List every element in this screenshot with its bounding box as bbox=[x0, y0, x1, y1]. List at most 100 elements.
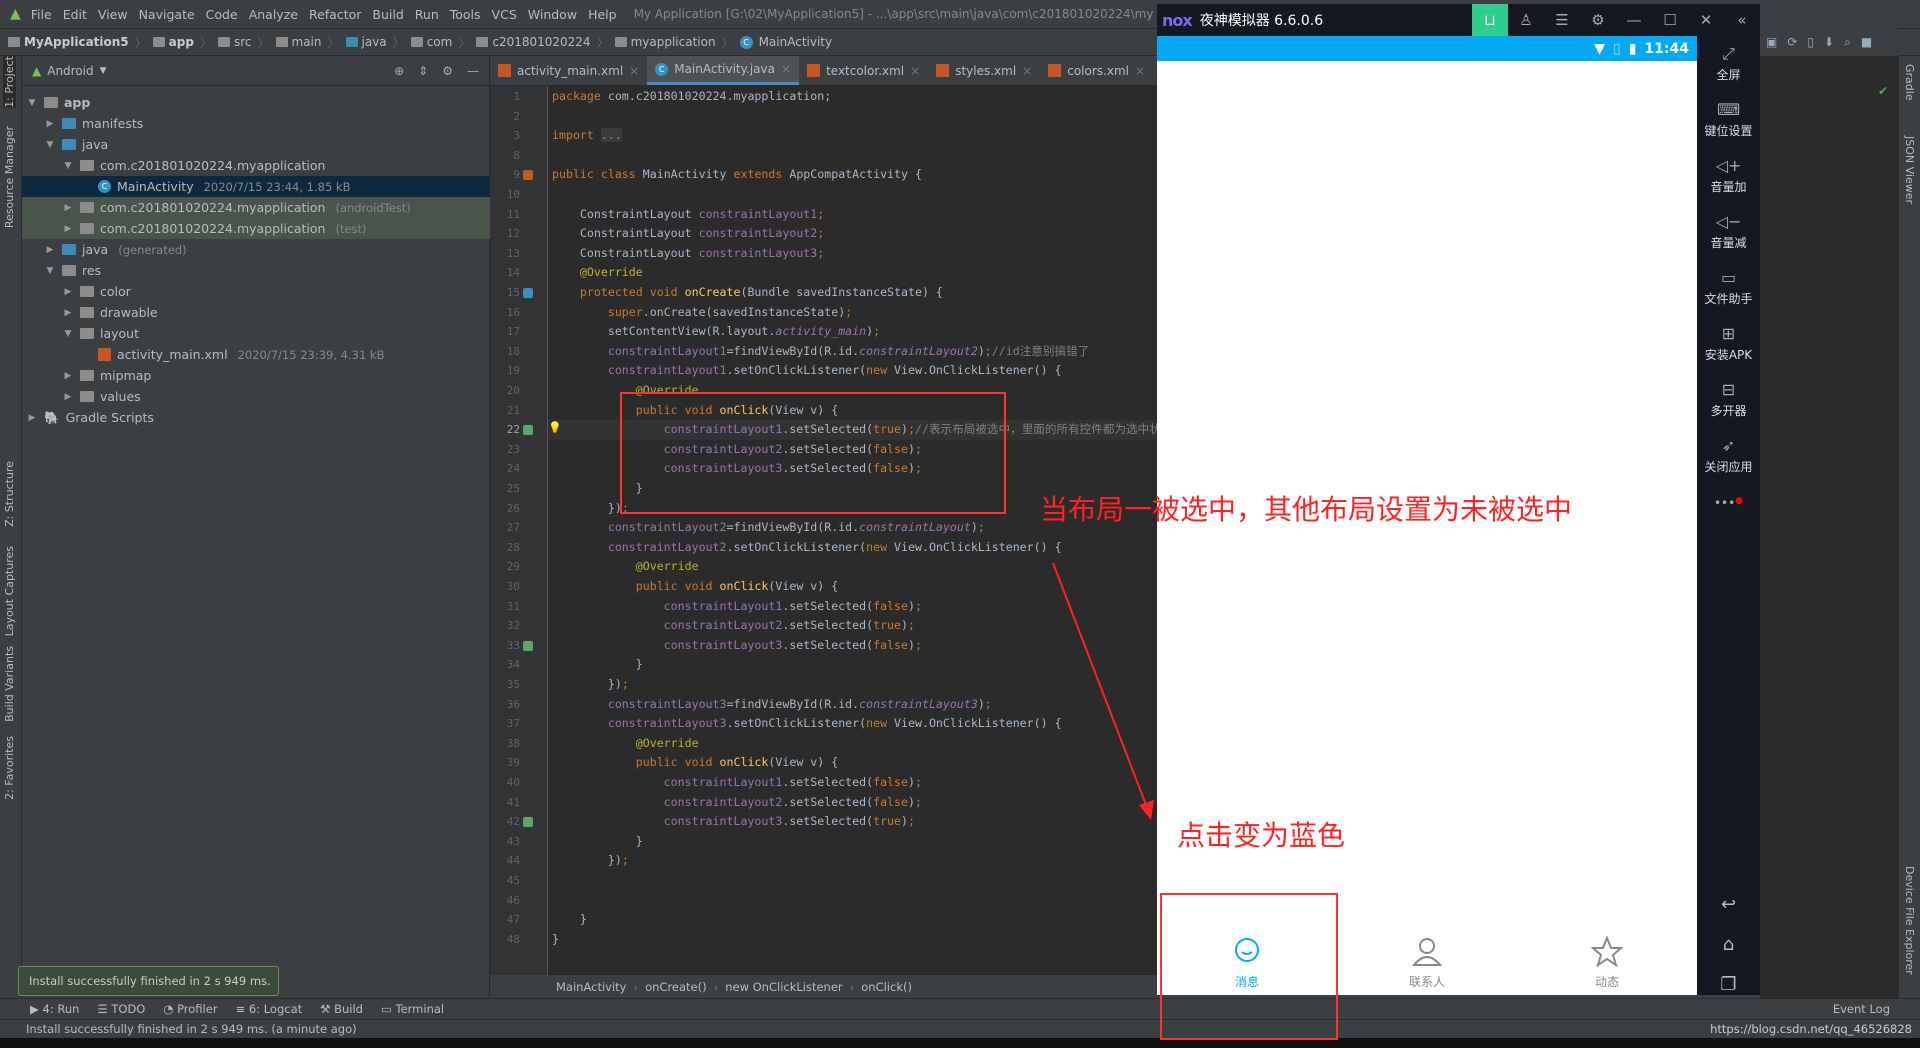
code-line[interactable]: @Override bbox=[552, 263, 643, 283]
tree-item[interactable]: ▼ com.c201801020224.myapplication bbox=[22, 155, 490, 176]
home-icon[interactable]: ⌂ bbox=[1697, 934, 1760, 955]
tab-mainactivity-java[interactable]: C MainActivity.java × bbox=[647, 56, 800, 85]
code-line[interactable]: constraintLayout1.setSelected(false); bbox=[552, 773, 922, 793]
tree-item[interactable]: ▶ com.c201801020224.myapplication (test) bbox=[22, 218, 490, 239]
code-line[interactable]: constraintLayout2=findViewById(R.id.cons… bbox=[552, 518, 985, 538]
tool-terminal[interactable]: ▭ Terminal bbox=[381, 1002, 444, 1016]
tree-item[interactable]: C MainActivity 2020/7/15 23:44, 1.85 kB bbox=[22, 176, 490, 197]
tool-build-variants[interactable]: Build Variants bbox=[3, 646, 16, 722]
tool-z-structure[interactable]: Z: Structure bbox=[3, 461, 16, 527]
code-line[interactable]: setContentView(R.layout.activity_main); bbox=[552, 322, 880, 342]
maximize-icon[interactable]: ☐ bbox=[1652, 4, 1688, 36]
chevron-right-icon[interactable]: ▶ bbox=[62, 308, 74, 318]
tool-device-file-explorer[interactable]: Device File Explorer bbox=[1903, 866, 1916, 975]
chevron-right-icon[interactable]: ▶ bbox=[44, 245, 56, 255]
code-line[interactable]: ConstraintLayout constraintLayout3; bbox=[552, 244, 824, 264]
tree-item[interactable]: ▶ values bbox=[22, 386, 490, 407]
close-tab-icon[interactable]: × bbox=[910, 64, 920, 78]
tool-profiler[interactable]: ◔ Profiler bbox=[163, 1002, 217, 1016]
code-line[interactable]: constraintLayout3.setOnClickListener(new… bbox=[552, 714, 1062, 734]
editor-crumb[interactable]: new OnClickListener bbox=[725, 980, 842, 994]
tree-item[interactable]: ▶ com.c201801020224.myapplication (android… bbox=[22, 197, 490, 218]
emu-side-fullscreen[interactable]: ⤢ 全屏 bbox=[1697, 44, 1760, 83]
theme-icon[interactable]: ♙ bbox=[1508, 4, 1544, 36]
nav-tab-1[interactable]: 联系人 bbox=[1337, 930, 1517, 995]
emu-side-file-helper[interactable]: ▭ 文件助手 bbox=[1697, 268, 1760, 307]
editor-crumb[interactable]: MainActivity bbox=[556, 980, 626, 994]
sync-icon[interactable]: ⟳ bbox=[1787, 35, 1797, 49]
tree-item[interactable]: ▼ res bbox=[22, 260, 490, 281]
emu-side-keymap[interactable]: ⌨ 键位设置 bbox=[1697, 100, 1760, 139]
breadcrumb-item[interactable]: src bbox=[217, 35, 252, 49]
emu-side-volume-down[interactable]: ◁− 音量减 bbox=[1697, 212, 1760, 251]
run-config-icon[interactable]: ▣ bbox=[1766, 35, 1777, 49]
lightbulb-icon[interactable]: 💡 bbox=[548, 421, 562, 434]
chevron-down-icon[interactable]: ▼ bbox=[62, 329, 74, 339]
minimize-icon[interactable]: — bbox=[467, 64, 479, 78]
breadcrumb-item[interactable]: java bbox=[345, 35, 387, 49]
more-icon[interactable]: •••● bbox=[1697, 496, 1760, 510]
breadcrumb-item[interactable]: c201801020224 bbox=[476, 35, 591, 49]
emu-side-multi-instance[interactable]: ⊟ 多开器 bbox=[1697, 380, 1760, 419]
breadcrumb-item[interactable]: MyApplication5 bbox=[8, 35, 129, 49]
menu-icon[interactable]: ☰ bbox=[1544, 4, 1580, 36]
chevron-right-icon[interactable]: ▶ bbox=[62, 392, 74, 402]
chevron-down-icon[interactable]: ▼ bbox=[44, 140, 56, 150]
device-icon[interactable]: ▯ bbox=[1807, 35, 1814, 49]
event-log-button[interactable]: Event Log bbox=[1833, 1002, 1890, 1016]
chevron-right-icon[interactable]: ▶ bbox=[62, 203, 74, 213]
minimize-icon[interactable]: — bbox=[1616, 4, 1652, 36]
tree-item[interactable]: ▼ app bbox=[22, 92, 490, 113]
close-icon[interactable]: ✕ bbox=[1688, 4, 1724, 36]
menu-file[interactable]: File bbox=[31, 7, 52, 22]
menu-edit[interactable]: Edit bbox=[63, 7, 87, 22]
code-line[interactable]: ConstraintLayout constraintLayout1; bbox=[552, 205, 824, 225]
breadcrumb-item[interactable]: main bbox=[275, 35, 322, 49]
emu-side-install-apk[interactable]: ⊞ 安装APK bbox=[1697, 324, 1760, 363]
tool--logcat[interactable]: ≡ 6: Logcat bbox=[236, 1002, 303, 1016]
code-line[interactable]: constraintLayout2.setSelected(true); bbox=[552, 616, 915, 636]
tab-textcolor-xml[interactable]: textcolor.xml × bbox=[799, 56, 928, 85]
tool--run[interactable]: ▶ 4: Run bbox=[30, 1002, 79, 1016]
locate-icon[interactable]: ⊕ bbox=[394, 64, 404, 78]
menu-analyze[interactable]: Analyze bbox=[249, 7, 298, 22]
tool--favorites[interactable]: 2: Favorites bbox=[3, 736, 16, 800]
code-line[interactable]: constraintLayout2.setSelected(false); bbox=[552, 793, 922, 813]
sdk-icon[interactable]: ⬇ bbox=[1824, 35, 1834, 49]
tree-item[interactable]: ▶ 🐘 Gradle Scripts bbox=[22, 407, 490, 428]
menu-build[interactable]: Build bbox=[372, 7, 403, 22]
tree-item[interactable]: activity_main.xml 2020/7/15 23:39, 4.31 k… bbox=[22, 344, 490, 365]
code-line[interactable]: constraintLayout3.setSelected(true); bbox=[552, 812, 915, 832]
code-line[interactable]: package com.c201801020224.myapplication; bbox=[552, 87, 831, 107]
emu-side-volume-up[interactable]: ◁+ 音量加 bbox=[1697, 156, 1760, 195]
menu-tools[interactable]: Tools bbox=[450, 7, 481, 22]
chevron-right-icon[interactable]: ▶ bbox=[62, 224, 74, 234]
tool--project[interactable]: 1: Project bbox=[3, 56, 16, 108]
code-line[interactable]: }); bbox=[552, 499, 629, 519]
code-line[interactable]: }); bbox=[552, 851, 629, 871]
code-line[interactable]: public void onClick(View v) { bbox=[552, 753, 838, 773]
tab-activity_main-xml[interactable]: activity_main.xml × bbox=[490, 56, 647, 85]
tool-layout-captures[interactable]: Layout Captures bbox=[3, 546, 16, 636]
collapse-icon[interactable]: ⇕ bbox=[418, 64, 428, 78]
close-tab-icon[interactable]: × bbox=[1135, 64, 1145, 78]
code-line[interactable]: public class MainActivity extends AppCom… bbox=[552, 165, 922, 185]
back-icon[interactable]: ↩ bbox=[1697, 894, 1760, 915]
close-tab-icon[interactable]: × bbox=[781, 62, 791, 76]
tree-item[interactable]: ▼ layout bbox=[22, 323, 490, 344]
search-icon[interactable]: ⌕ bbox=[1844, 35, 1851, 50]
settings-icon[interactable]: ⚙ bbox=[1580, 4, 1616, 36]
recents-icon[interactable]: ❐ bbox=[1697, 974, 1760, 995]
tree-item[interactable]: ▶ drawable bbox=[22, 302, 490, 323]
tool-todo[interactable]: ☰ TODO bbox=[97, 1002, 145, 1016]
code-line[interactable]: constraintLayout2.setOnClickListener(new… bbox=[552, 538, 1062, 558]
editor-crumb[interactable]: onCreate() bbox=[645, 980, 707, 994]
tool-json-viewer[interactable]: JSON Viewer bbox=[1903, 136, 1916, 204]
gear-icon[interactable]: ⚙ bbox=[442, 64, 453, 78]
tree-item[interactable]: ▶ manifests bbox=[22, 113, 490, 134]
nav-tab-2[interactable]: 动态 bbox=[1517, 930, 1697, 995]
menu-help[interactable]: Help bbox=[588, 7, 617, 22]
chevron-right-icon[interactable]: ▶ bbox=[26, 413, 38, 423]
chevron-down-icon[interactable]: ▼ bbox=[26, 98, 38, 108]
code-line[interactable]: super.onCreate(savedInstanceState); bbox=[552, 303, 852, 323]
